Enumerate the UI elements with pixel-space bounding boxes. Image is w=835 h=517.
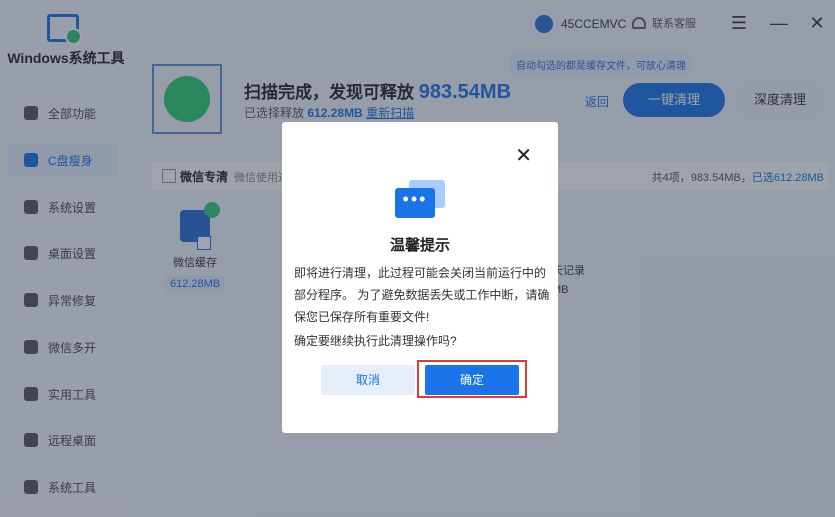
chat-bubble-icon: ••• (395, 180, 445, 222)
cancel-button[interactable]: 取消 (321, 365, 415, 395)
close-icon[interactable]: ✕ (515, 146, 532, 166)
dialog-message: 即将进行清理，此过程可能会关闭当前运行中的部分程序。 为了避免数据丢失或工作中断… (294, 266, 550, 324)
highlight-box (417, 360, 527, 398)
dialog-title: 温馨提示 (389, 237, 450, 254)
dialog-question: 确定要继续执行此清理操作吗? (294, 334, 457, 348)
